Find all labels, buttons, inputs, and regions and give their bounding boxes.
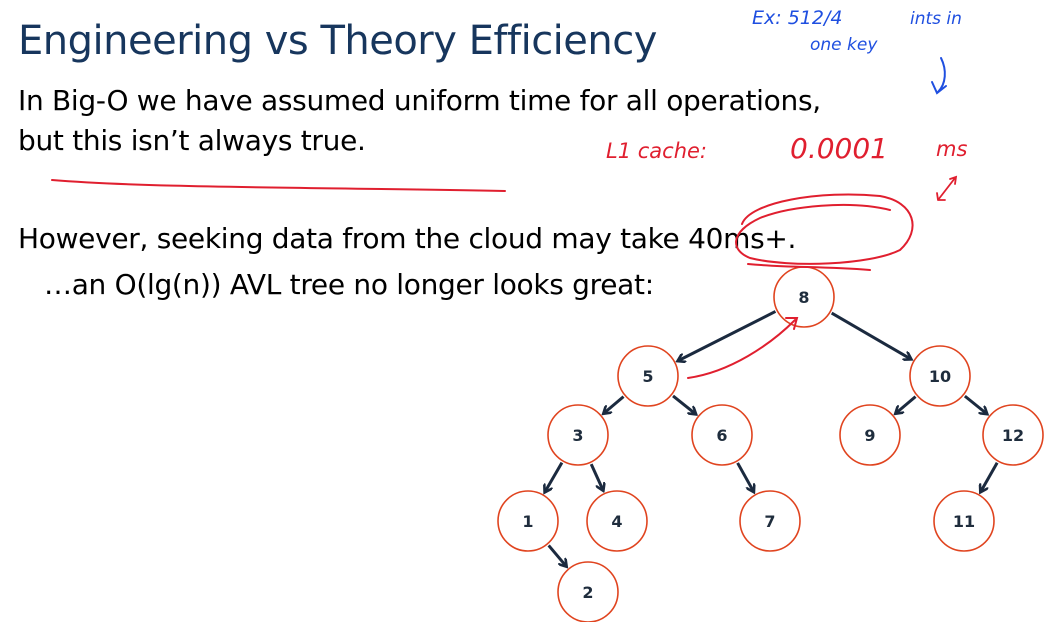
ink-red-underline bbox=[51, 179, 506, 192]
ink-blue-example: Ex: 512/4 bbox=[752, 7, 842, 29]
ink-red-unit: ms bbox=[936, 137, 967, 161]
ink-red-value: 0.0001 bbox=[790, 132, 888, 165]
ink-blue-ints: ints in bbox=[910, 9, 962, 29]
ink-annotations: Ex: 512/4 ints in one key L1 cache: 0.00… bbox=[51, 7, 967, 379]
ink-red-return-arrow bbox=[687, 317, 799, 379]
slide: Engineering vs Theory Efficiency In Big-… bbox=[0, 0, 1048, 622]
ink-blue-onekey: one key bbox=[810, 35, 878, 55]
ink-red-double-arrow bbox=[936, 175, 958, 201]
ink-red-circle bbox=[735, 193, 914, 265]
ink-blue-arrow bbox=[931, 57, 947, 95]
ink-red-cache: L1 cache: bbox=[606, 139, 707, 163]
